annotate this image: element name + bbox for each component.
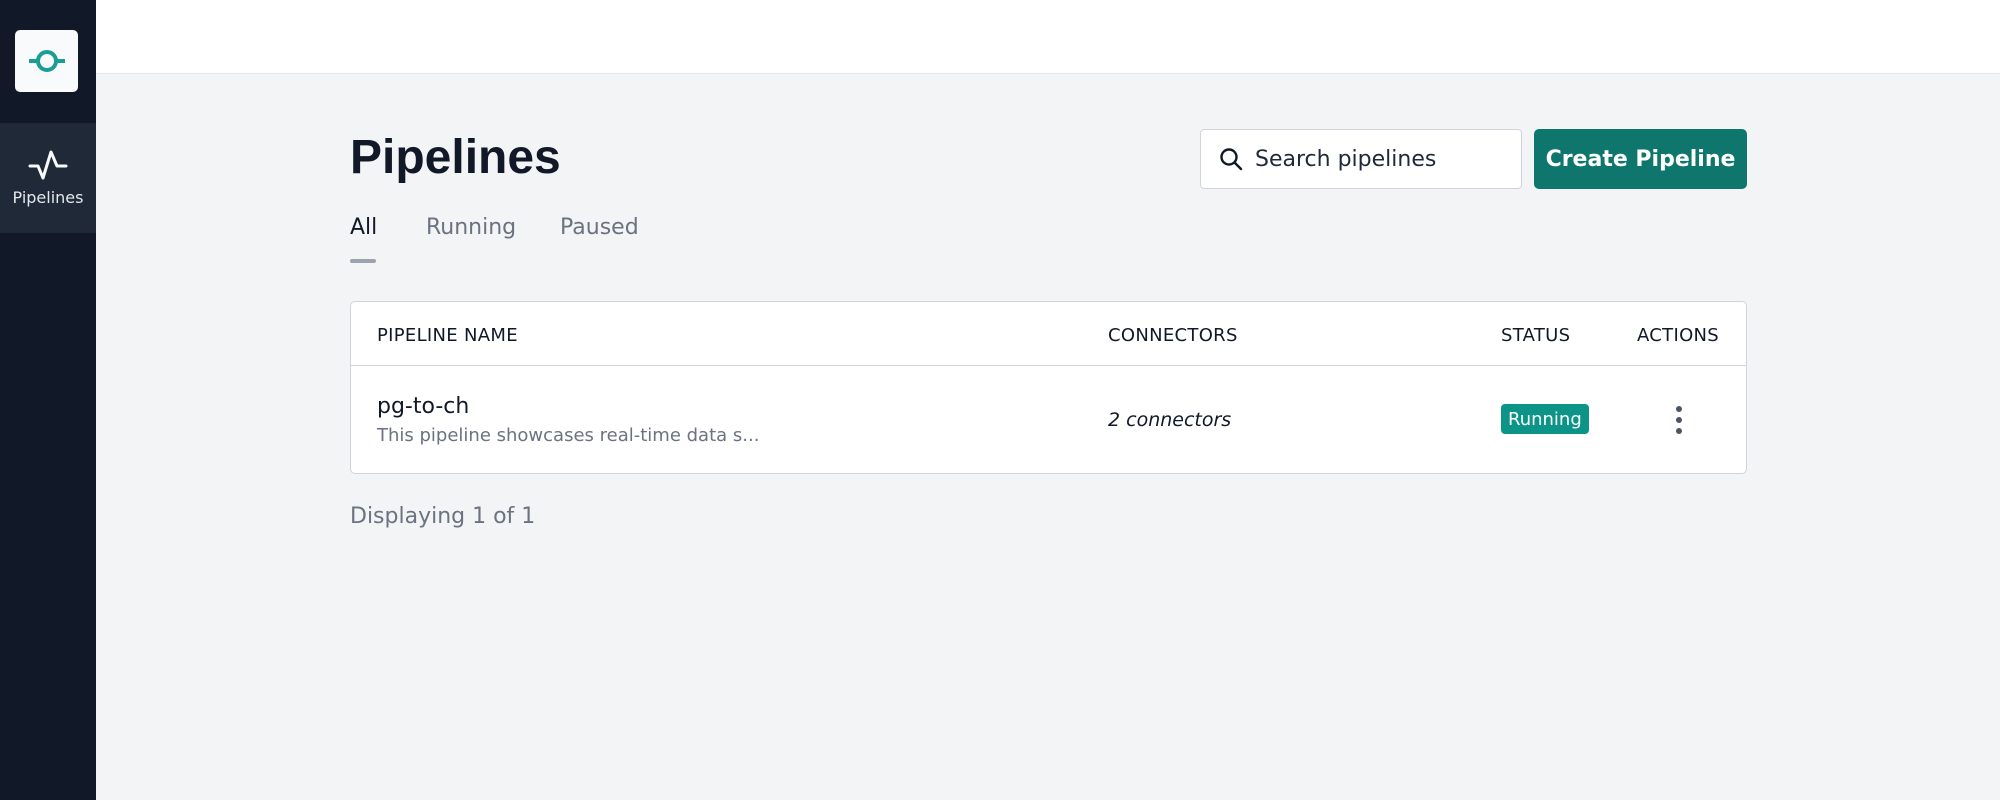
search-icon [1220,148,1243,171]
column-header-pipeline-name: PIPELINE NAME [377,325,518,346]
pagination-count: Displaying 1 of 1 [350,504,536,529]
pipeline-name[interactable]: pg-to-ch [377,394,469,419]
top-bar [96,0,2000,74]
sidebar-item-pipelines[interactable]: Pipelines [0,123,96,233]
status-badge: Running [1501,404,1589,434]
column-header-actions: ACTIONS [1637,325,1720,346]
kebab-dot [1676,417,1682,423]
kebab-dot [1676,406,1682,412]
search-input[interactable] [1255,146,1515,172]
pipeline-connectors: 2 connectors [1108,409,1232,431]
tab-all[interactable]: All [350,215,377,240]
kebab-dot [1676,428,1682,434]
create-pipeline-button[interactable]: Create Pipeline [1534,129,1747,189]
pipeline-logo-icon [28,50,65,72]
pipelines-table: PIPELINE NAME CONNECTORS STATUS ACTIONS … [350,301,1747,474]
column-header-status: STATUS [1501,325,1571,346]
sidebar: Pipelines [0,0,96,800]
active-tab-indicator [350,259,376,263]
table-header: PIPELINE NAME CONNECTORS STATUS ACTIONS [351,302,1746,366]
sidebar-item-label: Pipelines [12,188,84,207]
more-vertical-icon[interactable] [1669,404,1689,436]
page-title: Pipelines [350,131,561,184]
tab-running[interactable]: Running [426,215,516,240]
search-box[interactable] [1200,129,1522,189]
column-header-connectors: CONNECTORS [1108,325,1238,346]
app-logo[interactable] [15,30,78,92]
pipeline-description: This pipeline showcases real-time data s… [377,425,760,446]
activity-icon [28,150,68,180]
tab-paused[interactable]: Paused [560,215,639,240]
table-row[interactable]: pg-to-ch This pipeline showcases real-ti… [351,366,1746,473]
